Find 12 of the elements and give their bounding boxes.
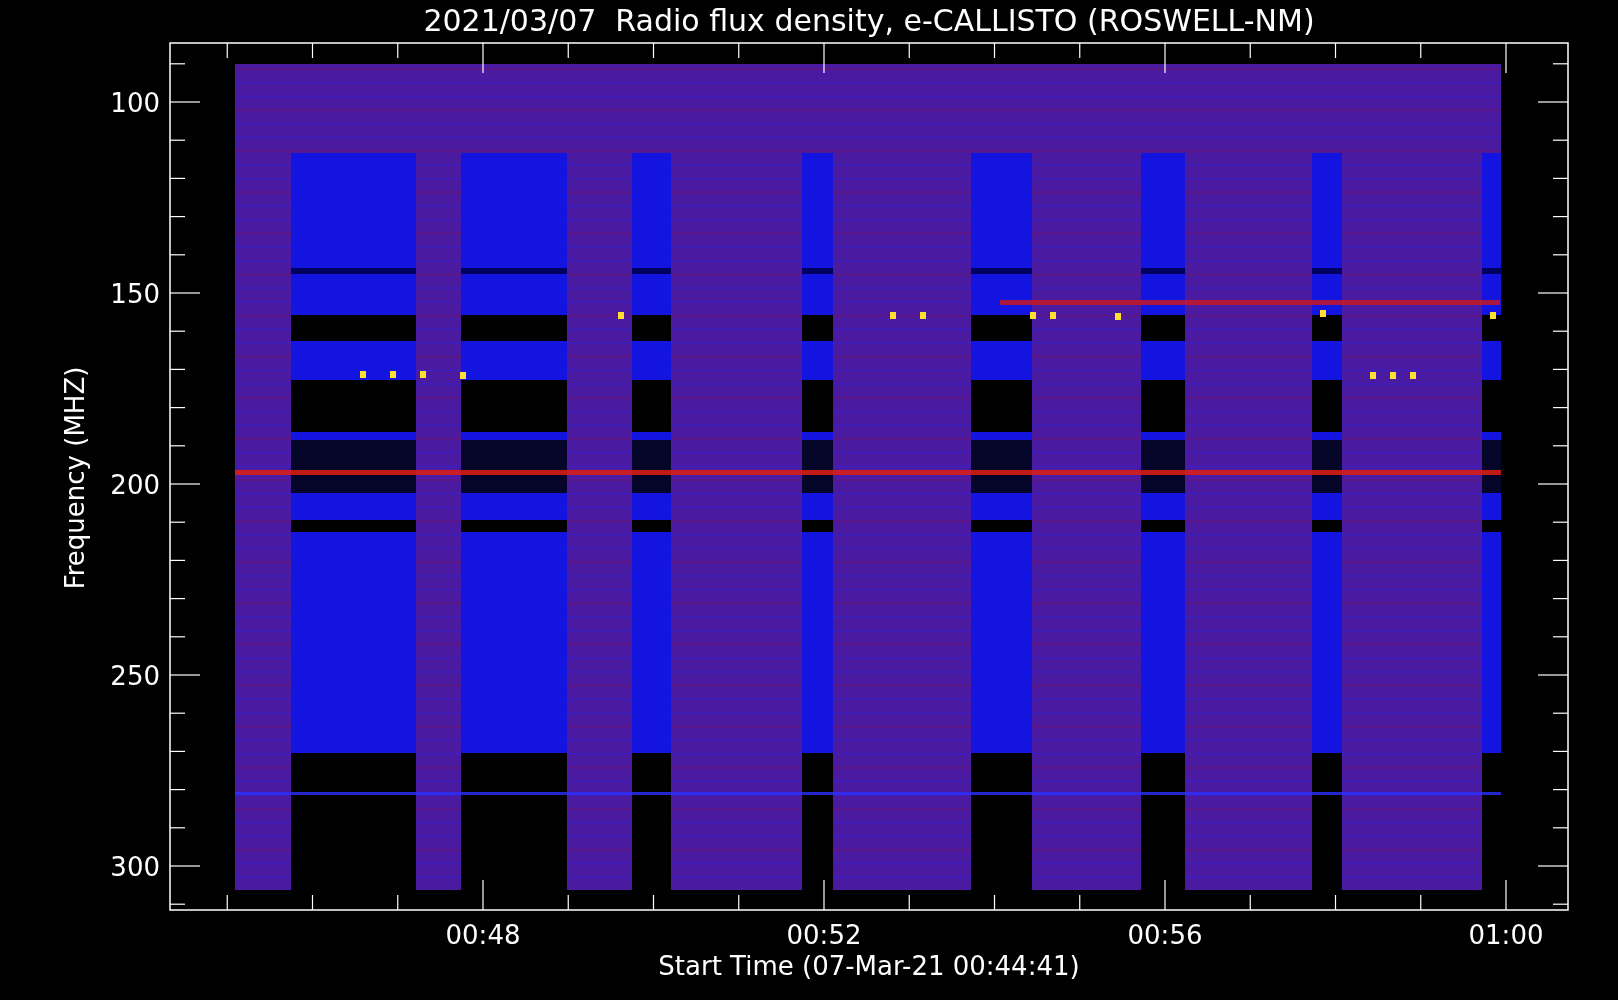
tick-label: 00:48 (445, 920, 521, 950)
tick-label: 150 (110, 279, 160, 309)
axis-title: Start Time (07-Mar-21 00:44:41) (658, 951, 1080, 981)
tick-label: 250 (110, 661, 160, 691)
tick-label: 00:52 (786, 920, 862, 950)
tick-label: 01:00 (1468, 920, 1544, 950)
tick-label: 100 (110, 88, 160, 118)
chart-title: 2021/03/07 Radio flux density, e-CALLISTO (ROSWELL-NM) (423, 3, 1315, 38)
tick-label: 200 (110, 470, 160, 500)
tick-label: 300 (110, 852, 160, 882)
tick-label: 00:56 (1127, 920, 1203, 950)
axis-title: Frequency (MHZ) (60, 366, 90, 590)
